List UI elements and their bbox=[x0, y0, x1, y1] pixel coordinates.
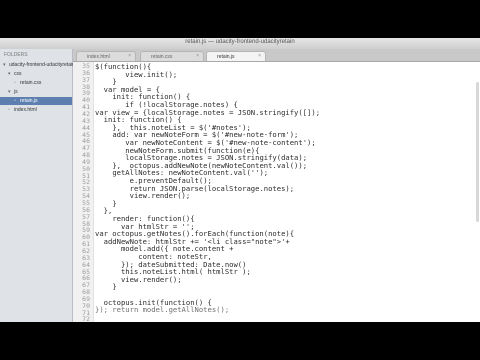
sidebar-item-label: js bbox=[14, 89, 18, 95]
code-line: view.init(); bbox=[125, 69, 178, 79]
sidebar-header: FOLDERS bbox=[0, 51, 72, 59]
code-line: }); return model.getAllNotes(); bbox=[95, 305, 230, 315]
close-icon[interactable]: × bbox=[128, 53, 131, 59]
tab-retain-css[interactable]: retain.css × bbox=[140, 51, 204, 61]
tab-label: index.html bbox=[87, 54, 110, 60]
sidebar-item-label: retain.css bbox=[20, 80, 42, 86]
sidebar-item-label: udacity-frontend-udacityretain bbox=[9, 62, 75, 68]
folder-open-icon: ▾ bbox=[8, 71, 11, 77]
line-number-gutter: 35 36 37 38 39 40 41 42 43 44 45 46 47 48 49 50 51 52 53 54… bbox=[73, 62, 94, 322]
code-line: } bbox=[112, 282, 117, 292]
code-line: view.render(); bbox=[120, 274, 182, 284]
code-line: } bbox=[112, 198, 117, 208]
sidebar-item-retain-css[interactable]: ▫ retain.css bbox=[0, 79, 72, 87]
window-title: retain.js — udacity-frontend-udacityreta… bbox=[185, 39, 295, 45]
sidebar: FOLDERS ▾ udacity-frontend-udacityretain… bbox=[0, 49, 75, 322]
editor-window: retain.js — udacity-frontend-udacityreta… bbox=[0, 38, 480, 322]
line-number: 72 bbox=[82, 315, 90, 322]
folder-open-icon: ▾ bbox=[3, 62, 6, 68]
code-editor[interactable]: 35 36 37 38 39 40 41 42 43 44 45 46 47 48 49 50 51 52 53 54… bbox=[73, 62, 480, 322]
close-icon[interactable]: × bbox=[196, 53, 199, 59]
tab-label: retain.js bbox=[217, 54, 235, 60]
sidebar-item-css[interactable]: ▾ css bbox=[0, 70, 72, 78]
code-line: }, bbox=[103, 206, 113, 216]
close-icon[interactable]: × bbox=[258, 53, 261, 59]
file-icon: ▫ bbox=[14, 80, 16, 86]
sidebar-item-label: css bbox=[14, 71, 22, 77]
vertical-scrollbar[interactable] bbox=[476, 82, 479, 222]
sidebar-item-label: retain.js bbox=[20, 98, 38, 104]
sidebar-item-label: index.html bbox=[14, 107, 37, 113]
sidebar-item-index-html[interactable]: ▫ index.html bbox=[0, 106, 72, 114]
tab-index-html[interactable]: index.html × bbox=[76, 51, 136, 61]
sidebar-item-retain-js[interactable]: ▫ retain.js bbox=[0, 97, 72, 105]
file-icon: ▫ bbox=[14, 98, 16, 104]
folder-open-icon: ▾ bbox=[8, 89, 11, 95]
code-area[interactable]: $(function(){view.init();} var model = {i… bbox=[95, 62, 480, 322]
sidebar-item-js[interactable]: ▾ js bbox=[0, 88, 72, 96]
sidebar-item-project-folder[interactable]: ▾ udacity-frontend-udacityretain bbox=[0, 61, 75, 69]
tab-retain-js[interactable]: retain.js × bbox=[206, 51, 266, 61]
file-icon: ▫ bbox=[8, 107, 10, 113]
code-line: view.render(); bbox=[129, 191, 191, 201]
tab-label: retain.css bbox=[151, 54, 173, 60]
sidebar-header-label: FOLDERS bbox=[4, 52, 28, 58]
